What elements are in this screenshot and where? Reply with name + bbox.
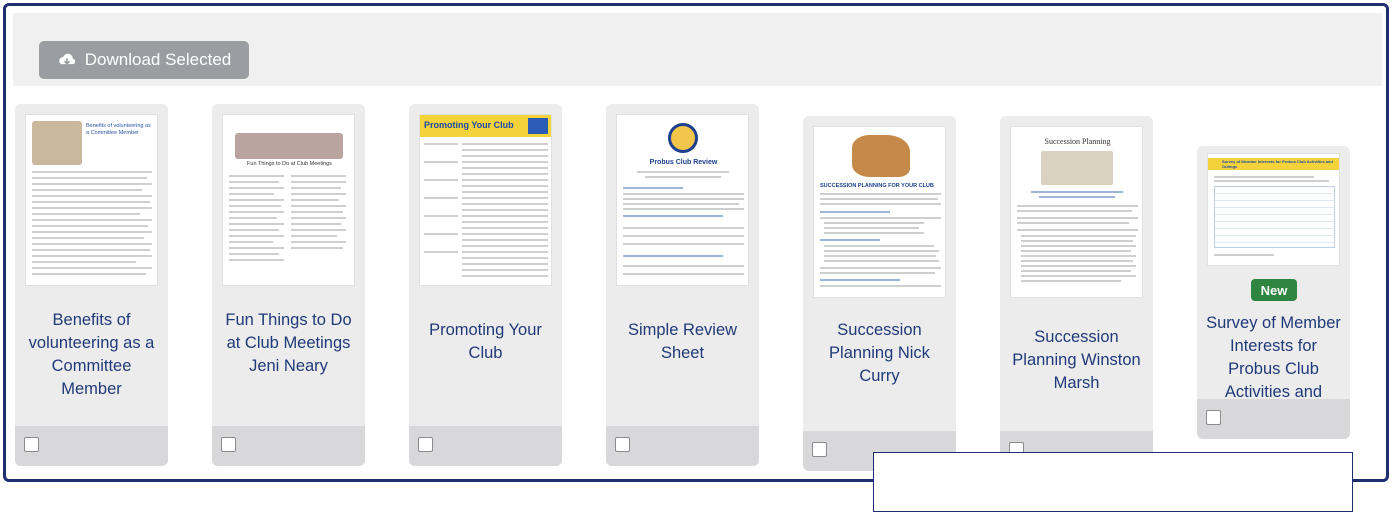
card-footer (1197, 399, 1350, 439)
resource-card[interactable]: Succession Planning Succession Planning … (1000, 116, 1153, 471)
card-title[interactable]: Succession Planning Winston Marsh (1006, 326, 1147, 395)
card-footer (606, 426, 759, 466)
download-selected-label: Download Selected (84, 50, 232, 69)
meeting-photo (32, 121, 82, 165)
toolbar: Download Selected (13, 13, 1382, 86)
document-thumbnail[interactable]: Survey of Member Interests for Probus Cl… (1207, 153, 1340, 266)
card-footer (15, 426, 168, 466)
resource-card[interactable]: SUCCESSION PLANNING FOR YOUR CLUB Succes… (803, 116, 956, 471)
document-thumbnail[interactable]: SUCCESSION PLANNING FOR YOUR CLUB (813, 126, 946, 298)
resource-card[interactable]: Survey of Member Interests for Probus Cl… (1197, 146, 1350, 439)
new-badge: New (1251, 279, 1297, 301)
document-thumbnail[interactable]: Probus Club Review (616, 114, 749, 286)
resource-card[interactable]: Promoting Your Club Promoting Your Club (409, 104, 562, 466)
resource-card[interactable]: Benefits of volunteering as a Committee … (15, 104, 168, 466)
card-title[interactable]: Fun Things to Do at Club Meetings Jeni N… (218, 309, 359, 378)
resource-card[interactable]: Fun Things to Do at Club Meetings Fun Th… (212, 104, 365, 466)
document-thumbnail[interactable]: Fun Things to Do at Club Meetings (222, 114, 355, 286)
select-checkbox[interactable] (418, 437, 433, 452)
select-checkbox[interactable] (615, 437, 630, 452)
group-photo (235, 133, 343, 159)
thumbnail-heading: Fun Things to Do at Club Meetings (247, 161, 332, 167)
select-checkbox[interactable] (221, 437, 236, 452)
card-title[interactable]: Benefits of volunteering as a Committee … (21, 309, 162, 401)
document-thumbnail[interactable]: Succession Planning (1010, 126, 1143, 298)
select-checkbox[interactable] (812, 442, 827, 457)
cartoon-illustration (852, 135, 910, 177)
card-title[interactable]: Simple Review Sheet (612, 319, 753, 365)
probus-logo-icon (668, 123, 698, 153)
card-title[interactable]: Promoting Your Club (415, 319, 556, 365)
document-thumbnail[interactable]: Promoting Your Club (419, 114, 552, 286)
chess-illustration (1041, 151, 1113, 185)
select-checkbox[interactable] (24, 437, 39, 452)
select-checkbox[interactable] (1206, 410, 1221, 425)
document-thumbnail[interactable]: Benefits of volunteering as a Committee … (25, 114, 158, 286)
resource-panel: Download Selected Benefits of volunteeri… (3, 3, 1389, 482)
card-title[interactable]: Succession Planning Nick Curry (809, 319, 950, 388)
resource-grid: Benefits of volunteering as a Committee … (13, 86, 1382, 479)
callout-box (873, 452, 1353, 512)
cloud-download-icon (59, 53, 75, 65)
download-selected-button[interactable]: Download Selected (39, 41, 249, 79)
thumbnail-heading: Benefits of volunteering as a Committee … (86, 123, 151, 136)
thumbnail-heading: SUCCESSION PLANNING FOR YOUR CLUB (820, 183, 934, 189)
survey-table (1214, 186, 1335, 248)
thumbnail-heading: Survey of Member Interests for Probus Cl… (1222, 159, 1333, 169)
resource-card[interactable]: Probus Club Review Simple Review Sheet (606, 104, 759, 466)
card-footer (409, 426, 562, 466)
card-footer (212, 426, 365, 466)
thumbnail-heading: Promoting Your Club (424, 120, 514, 130)
thumbnail-heading: Succession Planning (1044, 137, 1111, 146)
thumbnail-heading: Probus Club Review (649, 159, 718, 166)
